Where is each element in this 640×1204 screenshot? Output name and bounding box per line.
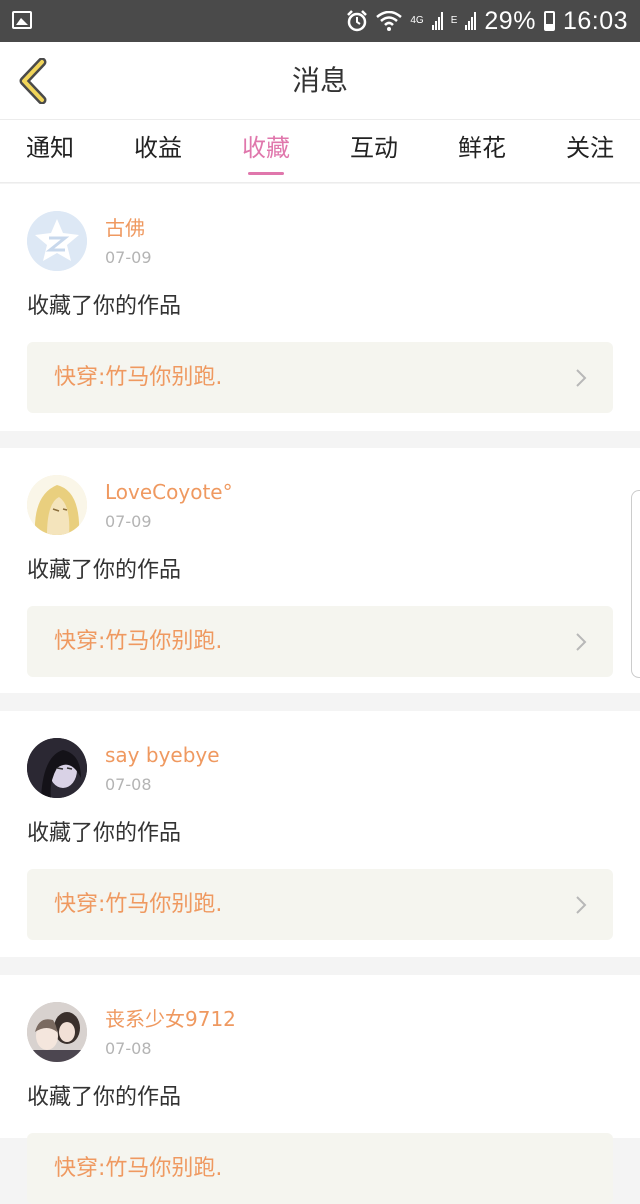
message-date: 07-08: [105, 1039, 152, 1058]
avatar[interactable]: [27, 738, 87, 798]
work-link[interactable]: 快穿:竹马你别跑.: [27, 1133, 613, 1204]
tab-earnings[interactable]: 收益: [104, 120, 212, 183]
tab-notifications[interactable]: 通知: [0, 120, 104, 183]
network-type-2: E: [450, 15, 458, 26]
avatar[interactable]: [27, 475, 87, 535]
chevron-right-icon: [576, 369, 587, 387]
work-link[interactable]: 快穿:竹马你别跑.: [27, 606, 613, 677]
signal-icon: [431, 12, 443, 30]
avatar[interactable]: [27, 1002, 87, 1062]
gallery-icon: [12, 11, 32, 29]
message-text: 收藏了你的作品: [27, 821, 182, 846]
battery-percent: 29%: [484, 7, 536, 35]
clock: 16:03: [562, 7, 628, 35]
message-text: 收藏了你的作品: [27, 558, 182, 583]
dark-portrait-avatar-icon: [27, 738, 87, 798]
alarm-icon: [347, 10, 368, 32]
qzone-default-avatar-icon: [27, 211, 87, 271]
header: 消息: [0, 42, 640, 120]
wifi-icon: [376, 11, 403, 31]
message-date: 07-08: [105, 775, 152, 794]
message-text: 收藏了你的作品: [27, 294, 182, 319]
avatar[interactable]: [27, 211, 87, 271]
network-type-1: 4G: [410, 15, 424, 26]
tab-follows[interactable]: 关注: [536, 120, 640, 183]
message-card: 古佛 07-09 收藏了你的作品 快穿:竹马你别跑.: [0, 184, 640, 431]
work-title: 快穿:竹马你别跑.: [54, 365, 223, 390]
chevron-right-icon: [576, 633, 587, 651]
work-title: 快穿:竹马你别跑.: [54, 629, 223, 654]
tab-interactions[interactable]: 互动: [320, 120, 428, 183]
message-date: 07-09: [105, 248, 152, 267]
message-card: LoveCoyote° 07-09 收藏了你的作品 快穿:竹马你别跑.: [0, 448, 640, 693]
work-link[interactable]: 快穿:竹马你别跑.: [27, 342, 613, 413]
photo-avatar-icon: [27, 1002, 87, 1062]
chevron-right-icon: [576, 896, 587, 914]
work-link[interactable]: 快穿:竹马你别跑.: [27, 869, 613, 940]
active-tab-indicator: [248, 172, 284, 175]
page-title: 消息: [291, 64, 348, 97]
work-title: 快穿:竹马你别跑.: [54, 892, 223, 917]
status-bar: 4G E 29% 16:03: [0, 0, 640, 42]
message-text: 收藏了你的作品: [27, 1085, 182, 1110]
message-card: say byebye 07-08 收藏了你的作品 快穿:竹马你别跑.: [0, 711, 640, 957]
username[interactable]: 古佛: [105, 216, 145, 240]
signal-icon-2: [465, 12, 477, 30]
message-date: 07-09: [105, 512, 152, 531]
message-card: 丧系少女9712 07-08 收藏了你的作品 快穿:竹马你别跑.: [0, 975, 640, 1204]
anime-character-avatar-icon: [27, 475, 87, 535]
battery-icon: [543, 11, 555, 31]
username[interactable]: say byebye: [105, 743, 220, 767]
scroll-handle[interactable]: [631, 490, 640, 678]
tab-flowers[interactable]: 鲜花: [428, 120, 536, 183]
username[interactable]: 丧系少女9712: [105, 1007, 236, 1031]
username[interactable]: LoveCoyote°: [105, 480, 233, 504]
tab-bar: 通知 收益 收藏 互动 鲜花 关注: [0, 120, 640, 183]
work-title: 快穿:竹马你别跑.: [54, 1156, 223, 1181]
